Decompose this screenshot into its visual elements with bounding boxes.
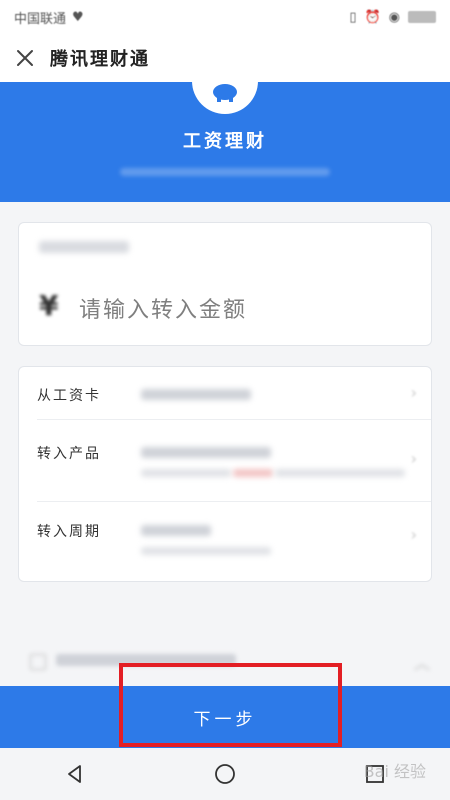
piggy-bank-icon: [213, 84, 237, 102]
hero-subtitle-blurred: [120, 168, 330, 176]
agreement-checkbox[interactable]: [30, 654, 46, 670]
row-label-salary-card: 从工资卡: [37, 388, 101, 404]
hero-title: 工资理财: [183, 131, 267, 152]
row-subvalue-blurred: [141, 469, 231, 477]
eye-icon: ◉: [388, 9, 400, 25]
agreement-row[interactable]: ︿: [30, 648, 430, 678]
status-left: 中国联通 ♥: [14, 8, 84, 27]
alarm-icon: ⏰: [364, 9, 381, 25]
currency-symbol: ¥: [39, 289, 59, 322]
row-period[interactable]: 转入周期 ›: [19, 503, 431, 581]
system-nav-bar: [0, 748, 450, 800]
agreement-text-blurred: [56, 654, 236, 666]
vibrate-icon: ▯: [349, 9, 357, 25]
row-salary-card[interactable]: 从工资卡 ›: [19, 367, 431, 417]
row-product[interactable]: 转入产品 ›: [19, 421, 431, 499]
recent-apps-icon: [366, 765, 384, 783]
nav-home-button[interactable]: [205, 754, 245, 794]
chevron-right-icon: ›: [410, 449, 417, 468]
home-icon: [215, 764, 235, 784]
divider: [37, 419, 431, 420]
chevron-up-icon: ︿: [413, 654, 430, 673]
chevron-right-icon: ›: [410, 383, 417, 402]
amount-caption-blurred: [39, 241, 129, 253]
close-icon: [17, 50, 33, 66]
row-value-blurred: [141, 447, 271, 458]
row-value-blurred: [141, 389, 251, 400]
heartbeat-icon: ♥: [72, 9, 84, 25]
chevron-right-icon: ›: [410, 525, 417, 544]
status-right: ▯ ⏰ ◉: [349, 10, 436, 25]
amount-input[interactable]: [77, 291, 401, 329]
row-label-period: 转入周期: [37, 524, 101, 540]
detail-card: 从工资卡 › 转入产品 › 转入周期 ›: [18, 366, 432, 582]
app-title: 腾讯理财通: [50, 49, 150, 70]
carrier-label: 中国联通: [14, 11, 67, 27]
status-bar: 中国联通 ♥ ▯ ⏰ ◉: [0, 0, 450, 34]
hero-banner: 工资理财: [0, 74, 450, 202]
battery-icon: [408, 11, 436, 23]
hero-logo: [192, 74, 258, 114]
row-label-product: 转入产品: [37, 446, 101, 462]
nav-back-button[interactable]: [55, 754, 95, 794]
back-icon: [68, 765, 81, 783]
nav-recent-button[interactable]: [355, 754, 395, 794]
row-subvalue-blurred: [141, 547, 271, 555]
row-value-blurred: [141, 525, 211, 536]
divider: [37, 501, 431, 502]
amount-card: ¥: [18, 222, 432, 346]
row-subvalue-blurred: [275, 469, 405, 477]
row-rate-blurred: [233, 469, 273, 477]
close-button[interactable]: [14, 47, 36, 69]
next-bar: 下一步: [0, 686, 450, 748]
next-step-button[interactable]: 下一步: [188, 704, 263, 731]
